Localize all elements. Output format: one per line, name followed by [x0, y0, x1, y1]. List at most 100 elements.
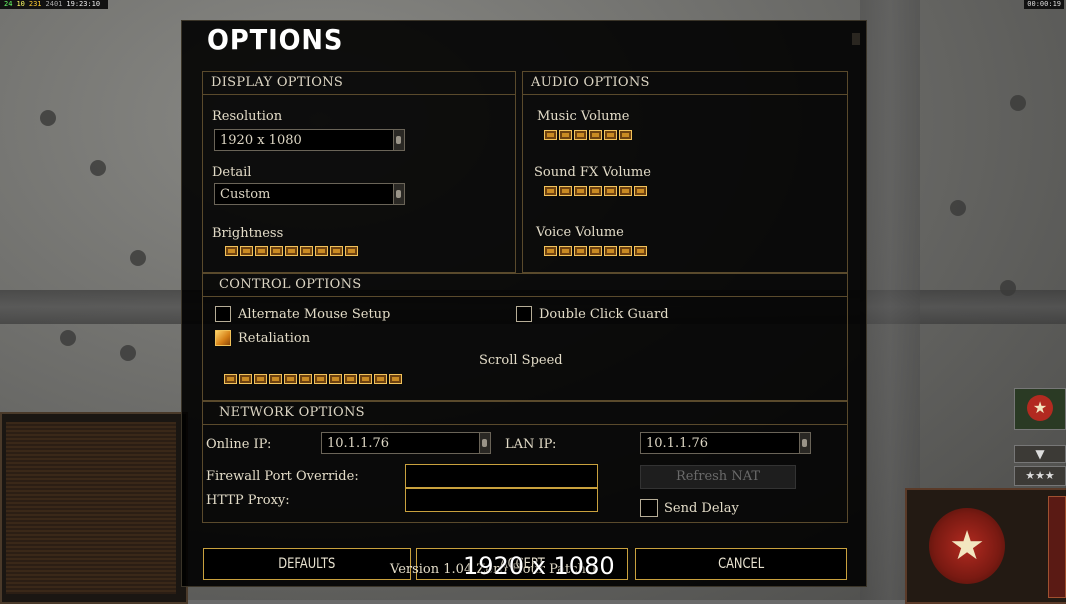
sfx-volume-slider[interactable]: [544, 185, 649, 199]
slider-segment[interactable]: [559, 186, 572, 196]
chevron-down-icon[interactable]: [393, 130, 404, 150]
section-header: AUDIO OPTIONS: [523, 72, 847, 95]
slider-segment[interactable]: [619, 186, 632, 196]
defaults-button[interactable]: DEFAULTS: [203, 548, 411, 580]
slider-segment[interactable]: [589, 130, 602, 140]
alternate-mouse-label: Alternate Mouse Setup: [238, 307, 391, 322]
retaliation-checkbox[interactable]: [215, 330, 231, 346]
online-ip-dropdown[interactable]: 10.1.1.76: [321, 432, 491, 454]
sfx-volume-label: Sound FX Volume: [534, 165, 651, 180]
slider-segment[interactable]: [604, 186, 617, 196]
slider-segment[interactable]: [344, 374, 357, 384]
resolution-overlay: 1920 x 1080: [463, 552, 615, 580]
section-header: CONTROL OPTIONS: [203, 274, 847, 297]
scroll-speed-slider[interactable]: [224, 373, 404, 387]
http-proxy-input[interactable]: [405, 488, 598, 512]
command-panel: ★: [905, 488, 1066, 604]
slider-segment[interactable]: [604, 130, 617, 140]
slider-segment[interactable]: [285, 246, 298, 256]
online-ip-label: Online IP:: [206, 437, 272, 452]
hud-stats: 24 10 231 2401 19:23:10: [0, 0, 109, 9]
map-tree: [90, 160, 106, 176]
hud-stat: 231: [28, 0, 42, 8]
music-volume-label: Music Volume: [537, 109, 630, 124]
retaliation-label: Retaliation: [238, 331, 311, 346]
double-click-guard-checkbox[interactable]: [516, 306, 532, 322]
slider-segment[interactable]: [224, 374, 237, 384]
chevron-down-icon[interactable]: [799, 433, 810, 453]
lan-ip-dropdown[interactable]: 10.1.1.76: [640, 432, 811, 454]
slider-segment[interactable]: [634, 186, 647, 196]
slider-segment[interactable]: [634, 246, 647, 256]
brightness-label: Brightness: [212, 226, 284, 241]
cancel-button-label: CANCEL: [717, 556, 765, 572]
hud-stat: 10: [16, 0, 25, 8]
slider-segment[interactable]: [544, 186, 557, 196]
slider-segment[interactable]: [330, 246, 343, 256]
detail-value: Custom: [220, 187, 271, 202]
slider-segment[interactable]: [284, 374, 297, 384]
cancel-button[interactable]: CANCEL: [635, 548, 847, 580]
minimap: [6, 422, 176, 594]
slider-segment[interactable]: [299, 374, 312, 384]
minimap-panel: [0, 412, 188, 604]
detail-dropdown[interactable]: Custom: [214, 183, 405, 205]
scroll-speed-label: Scroll Speed: [479, 353, 563, 368]
voice-volume-label: Voice Volume: [536, 225, 624, 240]
slider-segment[interactable]: [269, 374, 282, 384]
slider-segment[interactable]: [574, 130, 587, 140]
online-ip-value: 10.1.1.76: [327, 436, 390, 451]
hud-timer: 00:00:19: [1024, 0, 1064, 9]
rank-bar: [1048, 496, 1066, 598]
slider-segment[interactable]: [604, 246, 617, 256]
slider-segment[interactable]: [389, 374, 402, 384]
slider-segment[interactable]: [359, 374, 372, 384]
slider-segment[interactable]: [559, 130, 572, 140]
send-delay-checkbox[interactable]: [640, 499, 658, 517]
lan-ip-label: LAN IP:: [505, 437, 557, 452]
slider-segment[interactable]: [544, 130, 557, 140]
voice-volume-slider[interactable]: [544, 245, 649, 259]
slider-segment[interactable]: [574, 246, 587, 256]
slider-segment[interactable]: [544, 246, 557, 256]
slider-segment[interactable]: [254, 374, 267, 384]
slider-segment[interactable]: [239, 374, 252, 384]
refresh-nat-button[interactable]: Refresh NAT: [640, 465, 796, 489]
music-volume-slider[interactable]: [544, 129, 634, 143]
slider-segment[interactable]: [374, 374, 387, 384]
slider-segment[interactable]: [559, 246, 572, 256]
firewall-port-input[interactable]: [405, 464, 598, 488]
map-tree: [130, 250, 146, 266]
rank-stars-button[interactable]: ★★★: [1014, 466, 1066, 486]
map-tree: [60, 330, 76, 346]
general-powers-button[interactable]: ★: [1014, 388, 1066, 430]
firewall-port-label: Firewall Port Override:: [206, 469, 359, 484]
slider-segment[interactable]: [329, 374, 342, 384]
slider-segment[interactable]: [619, 246, 632, 256]
slider-segment[interactable]: [314, 374, 327, 384]
send-delay-label: Send Delay: [664, 501, 739, 516]
slider-segment[interactable]: [345, 246, 358, 256]
resolution-dropdown[interactable]: 1920 x 1080: [214, 129, 405, 151]
slider-segment[interactable]: [255, 246, 268, 256]
slider-segment[interactable]: [589, 246, 602, 256]
slider-segment[interactable]: [589, 186, 602, 196]
slider-segment[interactable]: [619, 130, 632, 140]
slider-segment[interactable]: [270, 246, 283, 256]
hud-stat: 2401: [45, 0, 63, 8]
slider-segment[interactable]: [240, 246, 253, 256]
http-proxy-label: HTTP Proxy:: [206, 493, 290, 508]
slider-segment[interactable]: [574, 186, 587, 196]
brightness-slider[interactable]: [225, 245, 360, 259]
slider-segment[interactable]: [225, 246, 238, 256]
alternate-mouse-checkbox[interactable]: [215, 306, 231, 322]
section-header: DISPLAY OPTIONS: [203, 72, 515, 95]
options-dialog: OPTIONS DISPLAY OPTIONS Resolution 1920 …: [181, 20, 867, 587]
hud-clock: 19:23:10: [66, 0, 101, 8]
chevron-down-icon[interactable]: [479, 433, 490, 453]
resolution-value: 1920 x 1080: [220, 133, 302, 148]
chevron-down-icon[interactable]: [393, 184, 404, 204]
slider-segment[interactable]: [300, 246, 313, 256]
chevron-down-icon[interactable]: ▼: [1014, 445, 1066, 463]
slider-segment[interactable]: [315, 246, 328, 256]
